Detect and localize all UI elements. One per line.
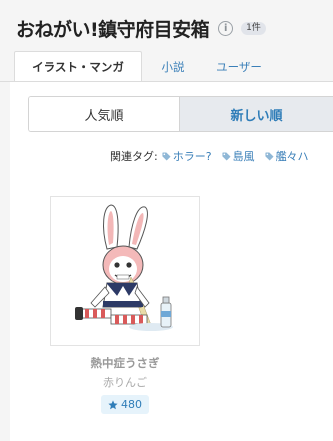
related-tags-label: 関連タグ: bbox=[110, 150, 158, 163]
tag-icon bbox=[162, 151, 171, 161]
work-author[interactable]: 赤りんご bbox=[50, 374, 200, 390]
favorite-count-badge[interactable]: 480 bbox=[101, 395, 149, 414]
tab-user[interactable]: ユーザー bbox=[204, 51, 274, 82]
related-tag-label: 島風 bbox=[232, 150, 255, 163]
star-icon bbox=[108, 399, 118, 409]
related-tag-kankan[interactable]: 艦々ハ bbox=[265, 148, 309, 164]
related-tag-shimakaze[interactable]: 島風 bbox=[222, 148, 255, 164]
tag-icon bbox=[222, 151, 231, 161]
related-tags: 関連タグ: ホラー? 島風 艦々ハ bbox=[110, 148, 319, 164]
info-icon[interactable]: i bbox=[218, 21, 234, 36]
rabbit-girl-illustration bbox=[75, 204, 173, 331]
favorite-count: 480 bbox=[121, 398, 142, 411]
work-title[interactable]: 熱中症うさぎ bbox=[50, 355, 200, 371]
sort-newest-button[interactable]: 新しい順 bbox=[180, 97, 333, 131]
main-content: 人気順 新しい順 関連タグ: ホラー? 島風 艦々ハ 熱中症うさぎ 赤りんご 4… bbox=[10, 82, 333, 441]
count-badge: 1件 bbox=[241, 21, 266, 36]
tab-illust-manga[interactable]: イラスト・マンガ bbox=[14, 51, 142, 82]
related-tag-label: 艦々ハ bbox=[275, 150, 309, 163]
title-row: おねがい!鎮守府目安箱 i 1件 bbox=[16, 15, 266, 42]
sort-popular-button[interactable]: 人気順 bbox=[29, 97, 180, 131]
page-title: おねがい!鎮守府目安箱 bbox=[16, 19, 210, 41]
page-header: おねがい!鎮守府目安箱 i 1件 イラスト・マンガ 小説 ユーザー bbox=[0, 0, 333, 95]
tag-icon bbox=[265, 151, 274, 161]
related-tag-horror[interactable]: ホラー? bbox=[162, 148, 212, 164]
favorite-row: 480 bbox=[50, 395, 200, 414]
tab-bar: イラスト・マンガ 小説 ユーザー bbox=[14, 51, 274, 82]
tab-novel[interactable]: 小説 bbox=[142, 51, 204, 82]
sort-toggle: 人気順 新しい順 bbox=[28, 96, 333, 132]
work-thumbnail[interactable] bbox=[50, 196, 200, 346]
work-card: 熱中症うさぎ 赤りんご 480 bbox=[50, 196, 200, 414]
related-tag-label: ホラー? bbox=[172, 150, 212, 163]
